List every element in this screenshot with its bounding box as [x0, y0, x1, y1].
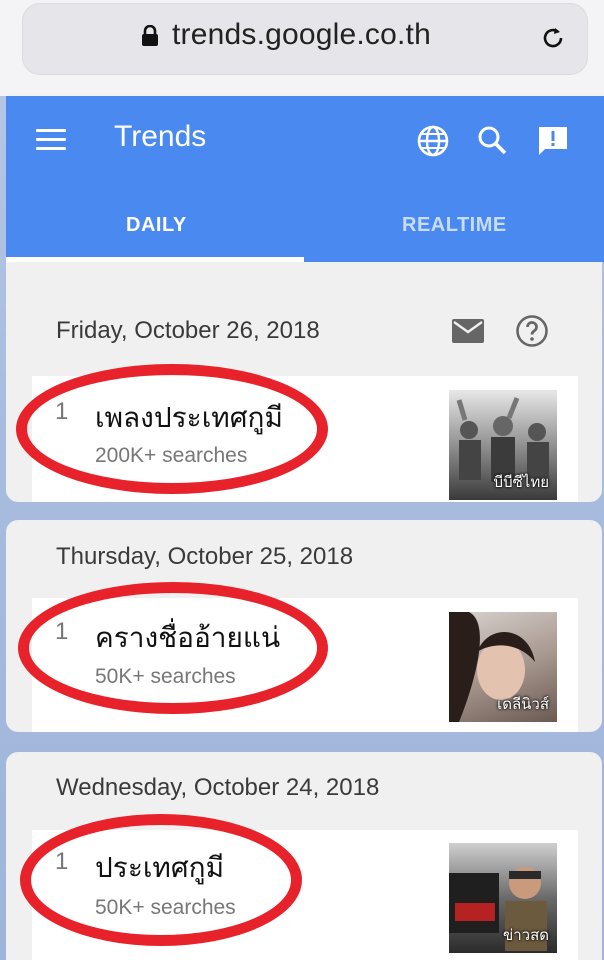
app-bar: [6, 96, 604, 262]
thumb-source: บีบีซีไทย: [493, 474, 549, 491]
tab-realtime[interactable]: REALTIME: [402, 214, 507, 237]
globe-icon[interactable]: [416, 124, 450, 158]
news-thumbnail[interactable]: ข่าวสด: [449, 843, 557, 953]
date-label: Thursday, October 25, 2018: [56, 543, 354, 570]
thumb-source: ข่าวสด: [503, 927, 549, 944]
news-thumbnail[interactable]: บีบีซีไทย: [449, 390, 557, 500]
app-title: Trends: [114, 120, 207, 153]
reload-icon[interactable]: [540, 25, 566, 51]
search-icon[interactable]: [476, 124, 508, 156]
menu-icon[interactable]: [36, 129, 66, 151]
news-thumbnail[interactable]: เดลีนิวส์: [449, 612, 557, 722]
tab-daily[interactable]: DAILY: [126, 214, 187, 237]
url-text[interactable]: trends.google.co.th: [172, 18, 431, 52]
date-label: Wednesday, October 24, 2018: [56, 774, 380, 801]
highlight-circle: [20, 814, 302, 946]
date-label: Friday, October 26, 2018: [56, 317, 320, 344]
mail-icon[interactable]: [451, 318, 485, 344]
thumb-source: เดลีนิวส์: [497, 696, 549, 713]
highlight-circle: [16, 364, 328, 494]
lock-icon: [142, 25, 158, 46]
feedback-icon[interactable]: [536, 124, 570, 158]
help-icon[interactable]: [515, 314, 549, 348]
highlight-circle: [18, 582, 328, 714]
